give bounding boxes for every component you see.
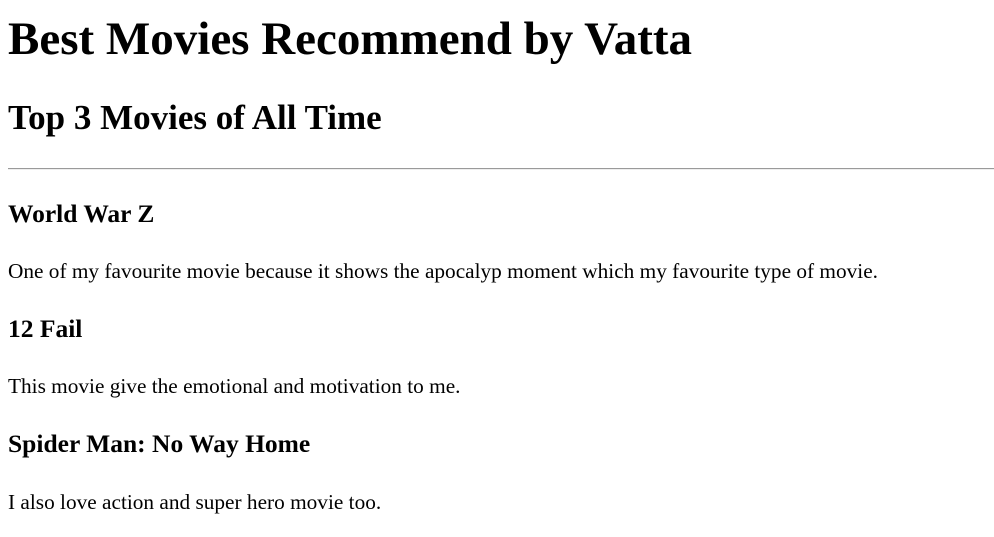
movie-title: Spider Man: No Way Home: [8, 429, 311, 458]
movie-description: One of my favourite movie because it sho…: [8, 259, 878, 283]
page-subtitle: Top 3 Movies of All Time: [8, 98, 382, 137]
divider: [8, 168, 994, 170]
movie-description: I also love action and super hero movie …: [8, 490, 382, 514]
page-title: Best Movies Recommend by Vatta: [8, 13, 693, 65]
page: Best Movies Recommend by Vatta Top 3 Mov…: [0, 0, 994, 537]
movie-title: World War Z: [8, 199, 155, 228]
movie-description: This movie give the emotional and motiva…: [8, 374, 461, 398]
movie-title: 12 Fail: [8, 314, 83, 343]
